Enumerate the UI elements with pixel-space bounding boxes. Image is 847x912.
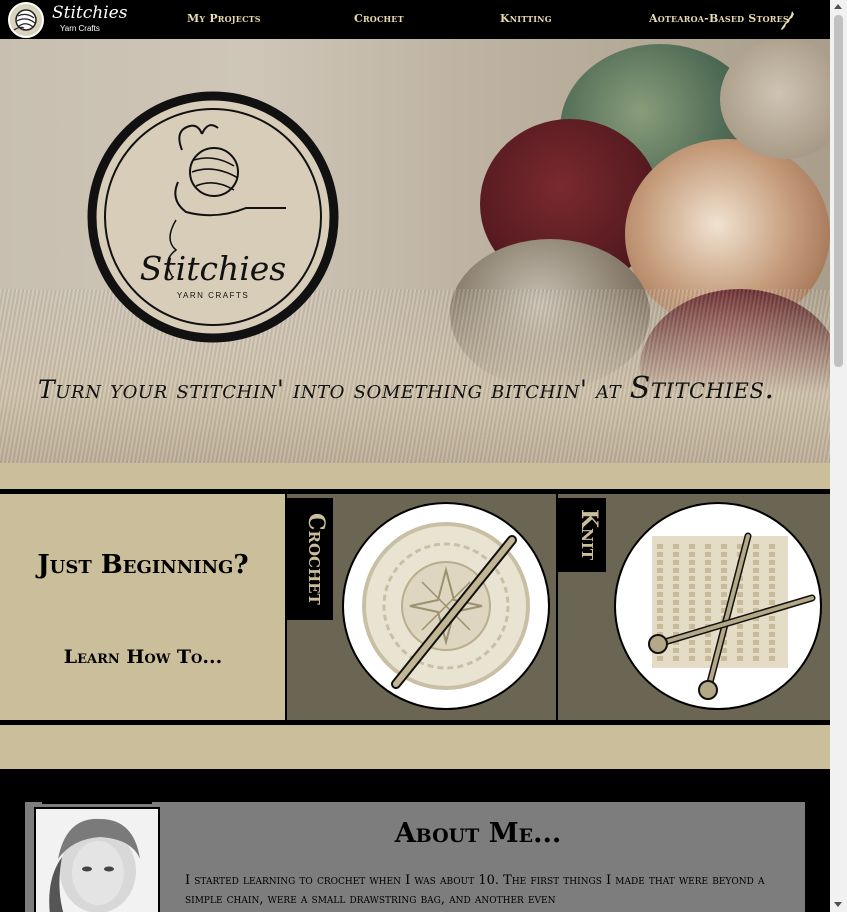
knit-circle[interactable] [614,502,822,710]
learn-heading: Just Beginning? [37,550,249,580]
crochet-doily-hook-icon [362,522,530,690]
page-scrollbar[interactable] [830,0,847,912]
yarn-ball-icon [13,9,37,31]
about-title: About Me... [394,818,562,849]
brand-subtitle: Yarn Crafts [60,24,100,33]
hero-banner: Stitchies YARN CRAFTS Turn your stitchin… [0,39,830,463]
scroll-thumb[interactable] [834,15,843,367]
knit-panel[interactable]: Knit [556,494,830,720]
hero-tagline: Turn your stitchin' into something bitch… [38,371,818,406]
top-navigation: Stitchies Yarn Crafts My Projects Croche… [0,0,830,39]
tagline-text: Turn your stitchin' into something bitch… [38,375,630,404]
logo-subtitle: YARN CRAFTS [176,291,250,300]
learn-intro: Just Beginning? Learn How To... [0,494,286,720]
about-section: About Me... I started learning to croche… [25,798,805,912]
learn-section: Just Beginning? Learn How To... Crochet … [0,489,830,725]
nav-link-crochet[interactable]: Crochet [354,12,404,25]
photo-tab [42,798,152,804]
crochet-circle[interactable] [342,502,550,710]
profile-photo [34,807,160,912]
logo-badge[interactable] [8,2,44,38]
portrait-image [36,809,158,912]
tagline-brand: Stitchies. [629,371,775,406]
scroll-up-arrow-icon[interactable] [834,4,842,9]
brand-name[interactable]: Stitchies [52,4,127,22]
nav-link-knitting[interactable]: Knitting [500,12,552,25]
scroll-down-arrow-icon[interactable] [834,902,842,907]
knit-tag[interactable]: Knit [558,498,606,572]
knitting-needles-icon [648,532,816,700]
crochet-panel[interactable]: Crochet [285,494,557,720]
crochet-tag[interactable]: Crochet [287,498,333,620]
nav-link-aotearoa-stores[interactable]: Aotearoa-Based Stores [649,12,789,25]
new-zealand-map-icon [781,11,794,30]
logo-title: Stitchies [139,249,287,288]
nav-link-my-projects[interactable]: My Projects [187,12,261,25]
stitchies-logo [87,91,339,343]
about-body: I started learning to crochet when I was… [185,873,765,907]
learn-subheading: Learn How To... [63,646,223,668]
